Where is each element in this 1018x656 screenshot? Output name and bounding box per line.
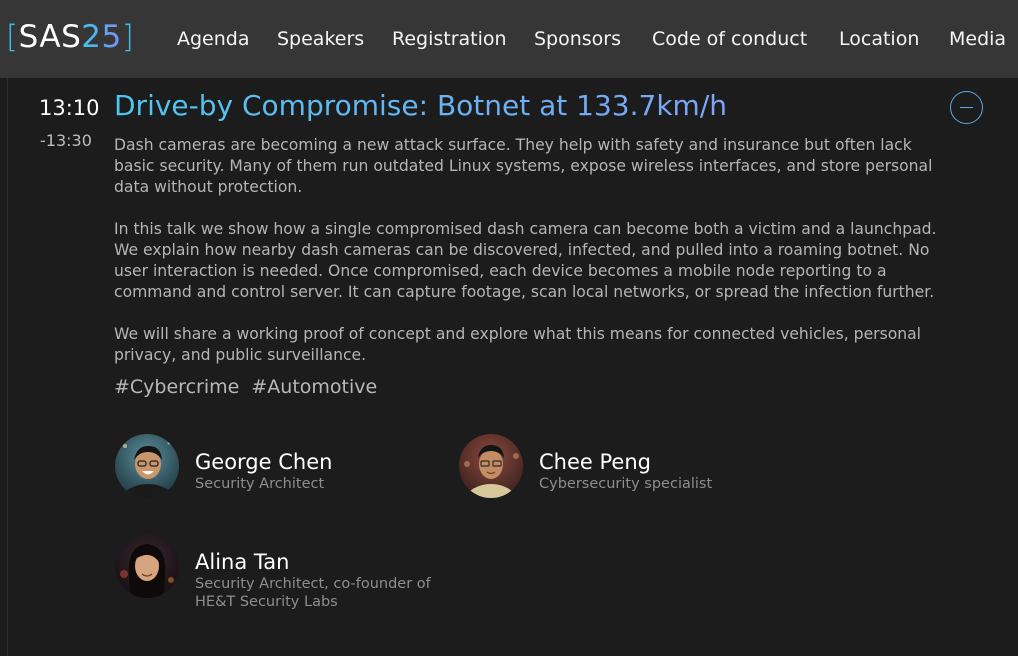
nav-sponsors[interactable]: Sponsors xyxy=(534,26,621,52)
session-description-paragraph: Dash cameras are becoming a new attack s… xyxy=(114,136,933,196)
logo-name: SAS xyxy=(18,19,82,55)
speaker-card-george-chen[interactable]: George Chen Security Architect xyxy=(115,434,435,504)
collapse-session-button[interactable] xyxy=(950,91,983,124)
session-start-time: 13:10 xyxy=(39,96,100,120)
sas25-logo[interactable]: [SAS25] xyxy=(6,17,134,57)
nav-agenda[interactable]: Agenda xyxy=(177,26,250,52)
speaker-avatar xyxy=(115,534,179,598)
site-header: [SAS25] Agenda Speakers Registration Spo… xyxy=(0,0,1018,78)
agenda-timeline-rule xyxy=(7,78,8,656)
speaker-card-alina-tan[interactable]: Alina Tan Security Architect, co-founder… xyxy=(115,534,435,610)
tag-automotive[interactable]: #Automotive xyxy=(251,376,377,398)
logo-bracket-open: [ xyxy=(6,19,19,55)
speaker-role: Security Architect, co-founder of HE&T S… xyxy=(195,576,431,610)
nav-code-of-conduct[interactable]: Code of conduct xyxy=(652,26,807,52)
logo-bracket-close: ] xyxy=(121,19,135,55)
session-title: Drive-by Compromise: Botnet at 133.7km/h xyxy=(114,89,727,122)
nav-location[interactable]: Location xyxy=(839,26,919,52)
speaker-avatar xyxy=(115,434,179,498)
speaker-card-chee-peng[interactable]: Chee Peng Cybersecurity specialist xyxy=(459,434,779,504)
speaker-avatar xyxy=(459,434,523,498)
speaker-role: Cybersecurity specialist xyxy=(539,476,713,492)
nav-speakers[interactable]: Speakers xyxy=(277,26,364,52)
session-end-time: -13:30 xyxy=(40,131,92,150)
session-description-paragraph: In this talk we show how a single compro… xyxy=(114,220,937,301)
session-description-paragraph: We will share a working proof of concept… xyxy=(114,325,922,364)
speaker-name: Chee Peng xyxy=(539,450,651,474)
session-tags: #Cybercrime #Automotive xyxy=(114,374,383,400)
nav-media[interactable]: Media xyxy=(949,26,1006,52)
tag-cybercrime[interactable]: #Cybercrime xyxy=(114,376,239,398)
speaker-role: Security Architect xyxy=(195,476,325,492)
minus-circle-icon xyxy=(960,106,973,108)
logo-year: 25 xyxy=(81,19,122,55)
speaker-name: Alina Tan xyxy=(195,550,290,574)
speaker-name: George Chen xyxy=(195,450,333,474)
nav-registration[interactable]: Registration xyxy=(392,26,507,52)
